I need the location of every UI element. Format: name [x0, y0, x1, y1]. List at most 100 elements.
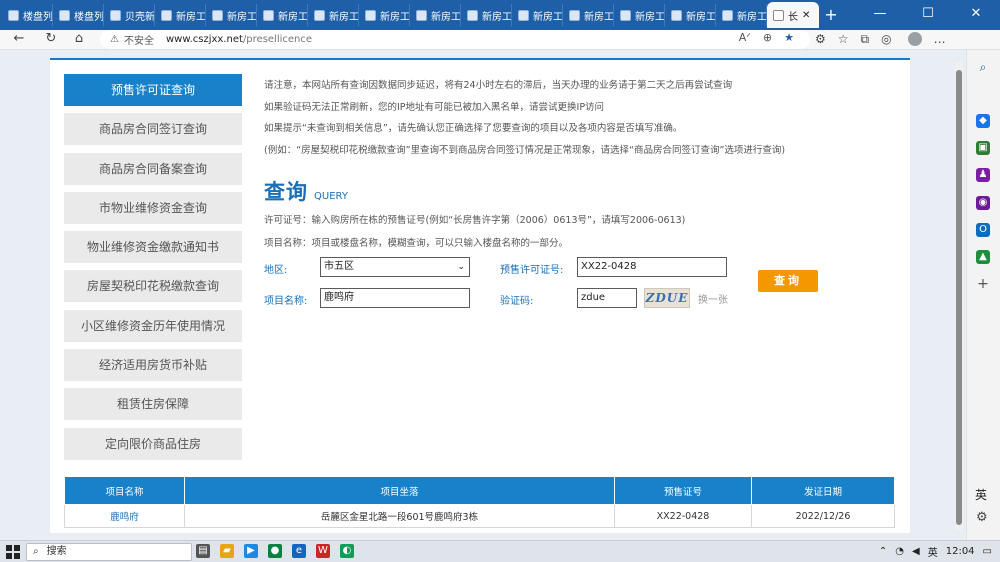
query-submit-button[interactable]: 查询 [758, 270, 818, 292]
menu-item-deed-tax[interactable]: 房屋契税印花税缴款查询 [64, 270, 242, 303]
browser-tab[interactable]: 新房工 [512, 4, 563, 26]
store-icon[interactable]: ▶ [244, 544, 258, 558]
notification-icon[interactable]: ▭ [983, 546, 992, 557]
tab-label: 新房工 [176, 11, 206, 23]
close-window-icon[interactable]: ✕ [952, 0, 1000, 30]
favorite-star-icon[interactable]: ★ [784, 31, 794, 44]
new-tab-button[interactable]: + [819, 4, 843, 30]
menu-item-contract-record[interactable]: 商品房合同备案查询 [64, 152, 242, 185]
browser-tab[interactable]: 新房工 [257, 4, 308, 26]
file-explorer-icon[interactable]: ▰ [220, 544, 234, 558]
edge-sidebar: ⌕ ◆ ▣ ♟ ◉ O ▲ + 英 ⚙ [966, 50, 1000, 540]
wps-icon[interactable]: W [316, 544, 330, 558]
col-header-license: 预售证号 [614, 476, 752, 505]
menu-item-price-limit[interactable]: 定向限价商品住房 [64, 427, 242, 460]
menu-item-fund-usage[interactable]: 小区维修资金历年使用情况 [64, 309, 242, 342]
read-aloud-icon[interactable]: Aᐟ [739, 31, 751, 44]
performance-icon[interactable]: ◎ [881, 32, 891, 47]
ime-indicator[interactable]: 英 [975, 486, 987, 503]
captcha-input[interactable]: zdue [577, 288, 637, 308]
search-icon: ⌕ [33, 546, 39, 557]
add-sidebar-app-icon[interactable]: + [976, 277, 990, 291]
results-table: 项目名称 项目坐落 预售证号 发证日期 鹿鸣府 岳麓区金星北路一段601号鹿鸣府… [64, 476, 895, 528]
window-controls: — ☐ ✕ [856, 0, 1000, 30]
edge-icon[interactable]: ◐ [340, 544, 354, 558]
browser-tab[interactable]: 楼盘列 [2, 4, 53, 26]
browser-tab[interactable]: 新房工 [410, 4, 461, 26]
captcha-image[interactable]: ZDUE [644, 288, 690, 308]
refresh-icon[interactable]: ↻ [38, 30, 64, 50]
tab-label: 新房工 [482, 11, 512, 23]
security-label[interactable]: 不安全 [124, 32, 154, 47]
browser-tab[interactable]: 贝壳新 [104, 4, 155, 26]
browser-tab[interactable]: 新房工 [155, 4, 206, 26]
browser-tab[interactable]: 新房工 [461, 4, 512, 26]
task-view-icon[interactable]: ▤ [196, 544, 210, 558]
menu-item-rental[interactable]: 租赁住房保障 [64, 388, 242, 421]
url-field[interactable]: ⚠ 不安全 www.cszjxx.net/presellicence Aᐟ ⊕ … [100, 30, 810, 49]
gear-icon[interactable]: ⚙ [976, 510, 988, 525]
taskbar-search[interactable]: ⌕ 搜索 [26, 543, 192, 561]
cell-date: 2022/12/26 [751, 504, 895, 528]
table-row: 鹿鸣府 岳麓区金星北路一段601号鹿鸣府3栋 XX22-0428 2022/12… [64, 504, 895, 528]
warning-icon[interactable]: ⚠ [110, 34, 119, 45]
clock[interactable]: 12:04 [946, 546, 975, 557]
browser-tab[interactable]: 新房工 [206, 4, 257, 26]
menu-item-subsidy[interactable]: 经济适用房货币补贴 [64, 349, 242, 382]
scrollbar-thumb[interactable] [956, 70, 962, 525]
menu-item-presale-license[interactable]: 预售许可证查询 [64, 74, 242, 106]
favorites-icon[interactable]: ☆ [838, 32, 849, 47]
tab-favicon-icon [161, 9, 172, 21]
query-title-en: QUERY [314, 191, 348, 202]
browser-tab[interactable]: 新房工 [716, 4, 767, 26]
outlook-icon[interactable]: O [976, 223, 990, 237]
content-panel: 预售许可证查询 商品房合同签订查询 商品房合同备案查询 市物业维修资金查询 物业… [50, 58, 910, 533]
browser-tab[interactable]: 新房工 [563, 4, 614, 26]
shopping-tag-icon[interactable]: ◆ [976, 114, 990, 128]
home-icon[interactable]: ⌂ [66, 30, 92, 50]
region-select[interactable]: 市五区 ⌄ [320, 257, 470, 277]
back-icon[interactable]: ← [6, 30, 32, 50]
page-scrollbar[interactable] [955, 62, 963, 530]
tab-label: 楼盘列 [23, 11, 53, 23]
network-icon[interactable]: ◔ [895, 546, 904, 557]
notice-line: (例如：“房屋契税印花税缴款查询”里查询不到商品房合同签订情况是正常现象，请选择… [264, 144, 786, 156]
menu-item-contract-sign[interactable]: 商品房合同签订查询 [64, 113, 242, 146]
maximize-icon[interactable]: ☐ [904, 0, 952, 30]
search-icon[interactable]: ⌕ [976, 60, 990, 74]
tab-favicon-icon [314, 9, 325, 21]
more-menu-icon[interactable]: … [934, 32, 946, 47]
ime-label[interactable]: 英 [928, 544, 938, 559]
close-tab-icon[interactable]: ✕ [802, 10, 810, 21]
profile-avatar[interactable] [907, 32, 922, 46]
browser-tab[interactable]: 新房工 [308, 4, 359, 26]
license-input[interactable]: XX22-0428 [577, 257, 727, 277]
project-input[interactable]: 鹿鸣府 [320, 288, 470, 308]
browser-tab[interactable]: 新房工 [359, 4, 410, 26]
menu-item-fund-notice[interactable]: 物业维修资金缴款通知书 [64, 231, 242, 264]
browser-tab-active[interactable]: 长 ✕ [767, 2, 819, 28]
browser-tab[interactable]: 楼盘列 [53, 4, 104, 26]
windows-start-icon[interactable] [6, 545, 20, 559]
extensions-icon[interactable]: ⚙ [815, 32, 826, 47]
games-icon[interactable]: ♟ [976, 168, 990, 182]
browser-tab[interactable]: 新房工 [614, 4, 665, 26]
query-heading: 查询 QUERY [264, 176, 348, 206]
chevron-up-icon[interactable]: ⌃ [879, 546, 887, 557]
minimize-icon[interactable]: — [856, 0, 904, 30]
tab-strip: 楼盘列 楼盘列 贝壳新 新房工 新房工 新房工 新房工 新房工 新房工 新房工 … [2, 2, 843, 30]
drop-icon[interactable]: ▲ [976, 250, 990, 264]
volume-icon[interactable]: ◀ [912, 546, 920, 557]
zoom-icon[interactable]: ⊕ [763, 31, 772, 44]
taskbar: ⌕ 搜索 ▤ ▰ ▶ ● e W ◐ ⌃ ◔ ◀ 英 12:04 ▭ [0, 540, 1000, 562]
project-link[interactable]: 鹿鸣府 [110, 512, 139, 523]
tools-icon[interactable]: ▣ [976, 141, 990, 155]
menu-item-maintenance-fund[interactable]: 市物业维修资金查询 [64, 191, 242, 224]
collections-icon[interactable]: ⧉ [861, 32, 870, 47]
copilot-icon[interactable]: ◉ [976, 196, 990, 210]
taskbar-search-label: 搜索 [46, 546, 67, 557]
browser-tab[interactable]: 新房工 [665, 4, 716, 26]
browser-app-icon[interactable]: e [292, 544, 306, 558]
wechat-icon[interactable]: ● [268, 544, 282, 558]
captcha-refresh-link[interactable]: 换一张 [698, 291, 728, 306]
